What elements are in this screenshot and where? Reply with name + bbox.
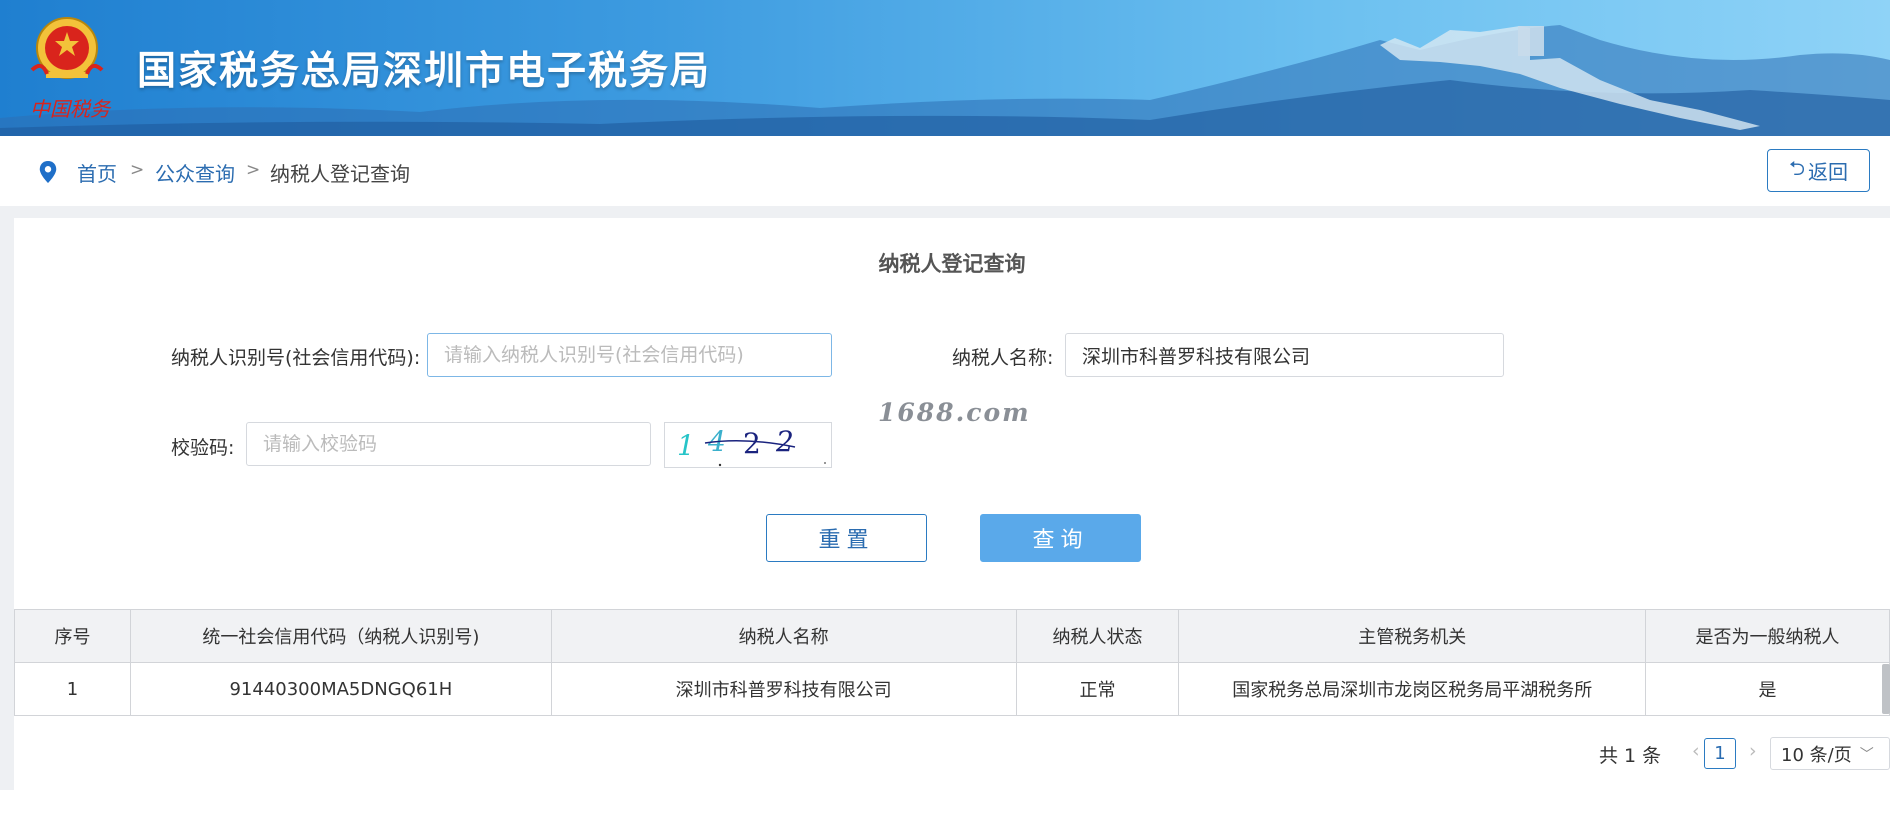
taxpayer-name-label: 纳税人名称: [952,347,1054,369]
cell-tax-authority: 国家税务总局深圳市龙岗区税务局平湖税务所 [1178,662,1647,716]
query-panel: 纳税人登记查询 纳税人识别号(社会信用代码): 纳税人名称: 校验码: 1 4 … [14,218,1890,790]
breadcrumb-public-query[interactable]: 公众查询 [155,158,235,187]
query-button[interactable]: 查询 [980,514,1141,562]
emblem-caption: 中国税务 [30,97,112,120]
taxpayer-id-label: 纳税人识别号(社会信用代码): [171,347,421,369]
table-row[interactable]: 1 91440300MA5DNGQ61H 深圳市科普罗科技有限公司 正常 国家税… [14,662,1890,716]
breadcrumb-home[interactable]: 首页 [77,158,117,187]
captcha-char: 2 [743,427,761,460]
breadcrumb-separator: > [246,160,261,180]
cell-taxpayer-name: 深圳市科普罗科技有限公司 [550,662,1017,716]
breadcrumb-separator: > [130,160,145,180]
captcha-input[interactable] [246,422,651,466]
taxpayer-id-input[interactable] [427,333,832,377]
location-pin-icon [39,161,57,183]
back-button-label: 返回 [1808,160,1849,184]
captcha-label: 校验码: [171,437,235,459]
cell-status: 正常 [1015,662,1180,716]
column-header: 统一社会信用代码（纳税人识别号) [129,609,552,663]
captcha-char: 2 [775,425,794,458]
reset-button[interactable]: 重置 [766,514,927,562]
prev-page-icon[interactable]: ‹ [1692,740,1700,762]
captcha-image[interactable]: 1 4 2 2 [664,422,832,468]
cell-general-taxpayer: 是 [1645,662,1890,716]
page-size-select[interactable]: 10 条/页 ﹀ [1770,737,1890,770]
column-header: 主管税务机关 [1178,609,1647,663]
cell-credit-code: 91440300MA5DNGQ61H [129,662,552,716]
column-header: 纳税人名称 [550,609,1017,663]
taxpayer-name-input[interactable] [1065,333,1504,377]
pagination-total: 共 1 条 [1599,745,1662,767]
column-header: 纳税人状态 [1015,609,1180,663]
watermark: 1688.com [878,398,1031,427]
undo-icon: ⮌ [1788,155,1806,180]
table-scrollbar[interactable] [1882,664,1890,714]
cell-index: 1 [14,662,131,716]
column-header: 序号 [14,609,131,663]
page-title: 纳税人登记查询 [878,252,1026,276]
table-header-row: 序号 统一社会信用代码（纳税人识别号) 纳税人名称 纳税人状态 主管税务机关 是… [14,609,1890,663]
page-number-current[interactable]: 1 [1704,738,1736,769]
captcha-char: 1 [677,429,695,462]
section-divider [0,206,1890,218]
breadcrumb-current: 纳税人登记查询 [270,162,410,186]
back-button[interactable]: ⮌ 返回 [1767,149,1870,192]
site-title: 国家税务总局深圳市电子税务局 [137,49,712,94]
column-header: 是否为一般纳税人 [1645,609,1890,663]
breadcrumb: 首页 > 公众查询 > 纳税人登记查询 [0,136,1890,206]
national-emblem-icon: 中国税务 [30,17,112,120]
results-table: 序号 统一社会信用代码（纳税人识别号) 纳税人名称 纳税人状态 主管税务机关 是… [14,609,1890,716]
header-banner: 中国税务 国家税务总局深圳市电子税务局 [0,0,1890,136]
page-size-value: 10 条/页 [1781,744,1852,766]
chevron-down-icon: ﹀ [1859,746,1874,763]
next-page-icon[interactable]: › [1749,740,1757,762]
left-gutter [0,206,14,790]
